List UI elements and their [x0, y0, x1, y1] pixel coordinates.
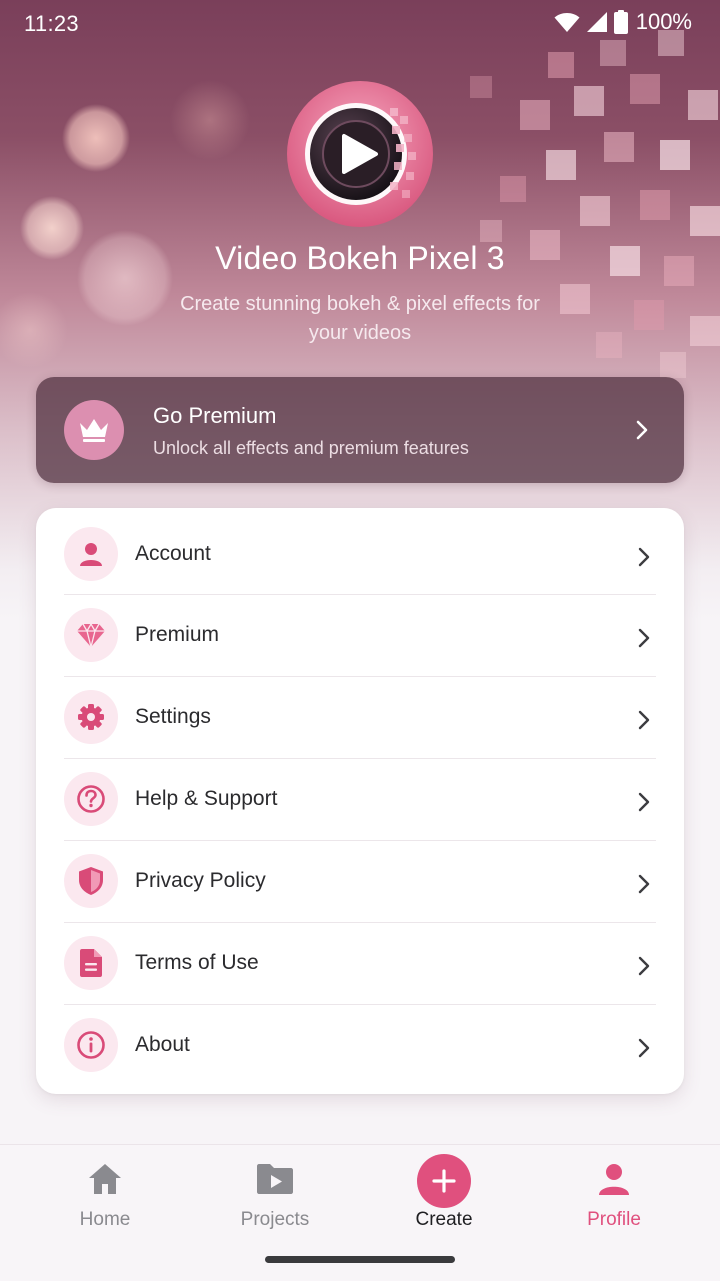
- menu-item-terms-of-use[interactable]: Terms of Use: [36, 923, 684, 1004]
- chevron-right-icon: [638, 874, 650, 894]
- nav-label: Profile: [587, 1209, 641, 1230]
- nav-projects[interactable]: Projects: [190, 1145, 360, 1245]
- crown-icon: [80, 419, 108, 442]
- app-title: Video Bokeh Pixel 3: [215, 240, 505, 276]
- menu-item-premium[interactable]: Premium: [36, 595, 684, 676]
- menu-item-settings[interactable]: Settings: [36, 677, 684, 758]
- nav-create[interactable]: Create: [359, 1145, 529, 1245]
- menu-icon-badge: [64, 936, 118, 990]
- premium-badge: [64, 400, 124, 460]
- menu-item-help-support[interactable]: Help & Support: [36, 759, 684, 840]
- menu-icon-badge: [64, 690, 118, 744]
- menu-card: Account Premium Settings Help & Support …: [36, 508, 684, 1094]
- nav-profile[interactable]: Profile: [529, 1145, 699, 1245]
- menu-item-label: Help & Support: [135, 787, 278, 810]
- chevron-right-icon: [638, 956, 650, 976]
- status-bar: 11:23 100%: [0, 0, 720, 48]
- nav-icon-wrap: [20, 1159, 190, 1199]
- menu-icon-badge: [64, 527, 118, 581]
- wifi-icon: [554, 13, 580, 32]
- chevron-right-icon: [636, 420, 648, 440]
- menu-icon-badge: [64, 1018, 118, 1072]
- nav-home[interactable]: Home: [20, 1145, 190, 1245]
- cellular-signal-icon: [586, 12, 607, 32]
- menu-icon-badge: [64, 854, 118, 908]
- nav-label: Projects: [240, 1209, 310, 1230]
- premium-title: Go Premium: [153, 403, 277, 428]
- person-icon: [599, 1164, 629, 1195]
- status-time: 11:23: [24, 11, 79, 36]
- menu-item-label: Privacy Policy: [135, 869, 266, 892]
- diamond-icon: [77, 622, 105, 648]
- battery-level: 100%: [635, 9, 692, 34]
- create-button-circle: [417, 1154, 471, 1208]
- status-icons: 100%: [554, 9, 692, 35]
- chevron-right-icon: [638, 792, 650, 812]
- menu-item-label: Premium: [135, 623, 220, 646]
- chevron-right-icon: [638, 547, 650, 567]
- menu-item-label: About: [135, 1033, 190, 1056]
- menu-item-account[interactable]: Account: [36, 514, 684, 595]
- shield-icon: [79, 867, 103, 895]
- plus-icon: [432, 1169, 456, 1193]
- gear-icon: [78, 704, 104, 730]
- home-indicator[interactable]: [265, 1256, 455, 1263]
- menu-item-label: Settings: [135, 705, 211, 728]
- go-premium-banner[interactable]: Go Premium Unlock all effects and premiu…: [36, 377, 684, 483]
- nav-icon-wrap: [190, 1159, 360, 1199]
- menu-item-label: Terms of Use: [135, 951, 259, 974]
- document-icon: [80, 949, 102, 977]
- nav-label: Create: [415, 1209, 473, 1230]
- chevron-right-icon: [638, 628, 650, 648]
- premium-description: Unlock all effects and premium features: [153, 438, 469, 458]
- chevron-right-icon: [638, 710, 650, 730]
- chevron-right-icon: [638, 1038, 650, 1058]
- menu-icon-badge: [64, 608, 118, 662]
- app-subtitle: Create stunning bokeh & pixel effects fo…: [180, 293, 540, 344]
- home-icon: [89, 1164, 121, 1194]
- menu-item-label: Account: [135, 542, 211, 565]
- menu-item-about[interactable]: About: [36, 1005, 684, 1086]
- nav-label: Home: [79, 1209, 131, 1230]
- menu-icon-badge: [64, 772, 118, 826]
- info-icon: [77, 1031, 105, 1059]
- menu-item-privacy-policy[interactable]: Privacy Policy: [36, 841, 684, 922]
- person-icon: [80, 543, 102, 566]
- nav-icon-wrap: [359, 1154, 529, 1208]
- nav-icon-wrap: [529, 1159, 699, 1199]
- help-icon: [77, 785, 105, 813]
- video-folder-icon: [257, 1164, 293, 1194]
- app-logo: [286, 80, 434, 228]
- battery-icon: [613, 10, 628, 34]
